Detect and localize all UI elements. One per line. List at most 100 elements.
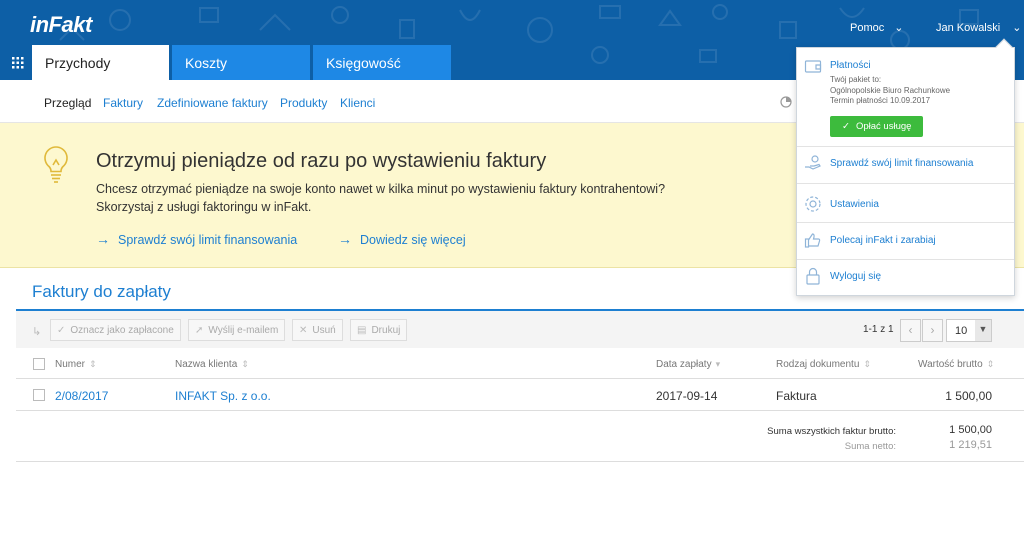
col-data-zaplaty-label: Data zapłaty [656, 359, 712, 370]
sort-icon: ⇕ [986, 359, 995, 369]
lock-icon [806, 267, 820, 285]
banner-description: Chcesz otrzymać pieniądze na swoje konto… [96, 180, 736, 216]
sum-net-label: Suma netto: [844, 441, 896, 452]
next-page-button[interactable]: › [922, 319, 943, 342]
pay-service-label: Opłać usługę [855, 121, 912, 132]
select-all-checkbox[interactable] [33, 358, 45, 370]
chevron-right-icon: › [930, 323, 935, 337]
delete-label: Usuń [312, 325, 336, 336]
check-icon: ✓ [842, 121, 850, 132]
banner-line-2: Skorzystaj z usługi faktoringu w inFakt. [96, 200, 312, 214]
col-nazwa-klienta[interactable]: Nazwa klienta ⇕ [175, 359, 249, 370]
user-menu[interactable]: Jan Kowalski ⌄ [936, 21, 1021, 34]
arrow-right-icon: → [96, 231, 110, 247]
sum-gross-value: 1 500,00 [949, 424, 992, 436]
check-limit-menu-link[interactable]: Sprawdź swój limit finansowania [830, 158, 973, 169]
sort-icon: ⇕ [241, 359, 249, 369]
dropdown-divider [797, 222, 1014, 223]
arrow-right-icon: → [338, 231, 352, 247]
section-title: Faktury do zapłaty [32, 282, 171, 301]
printer-icon: ▤ [357, 325, 367, 336]
gear-icon [805, 196, 821, 212]
banner-line-1: Chcesz otrzymać pieniądze na swoje konto… [96, 182, 666, 196]
settings-link[interactable]: Ustawienia [830, 199, 879, 210]
per-page-select[interactable]: 10 ▼ [946, 319, 992, 342]
col-wartosc-brutto[interactable]: Wartość brutto ⇕ [918, 359, 994, 370]
tab-ksiegowosc[interactable]: Księgowość [313, 45, 451, 80]
col-numer-label: Numer [55, 359, 86, 370]
document-type: Faktura [776, 389, 817, 403]
row-divider [16, 378, 1024, 379]
app-root: inFakt Pomoc ⌄ Jan Kowalski ⌄ Przychody Ko… [0, 0, 1024, 537]
row-divider [16, 410, 1024, 411]
check-icon: ✓ [57, 325, 66, 336]
payments-link[interactable]: Płatności [830, 60, 871, 71]
pay-service-button[interactable]: ✓ Opłać usługę [830, 116, 923, 137]
banner-title: Otrzymuj pieniądze od razu po wystawieni… [96, 150, 547, 172]
subnav-produkty[interactable]: Produkty [280, 96, 327, 110]
sort-icon: ⇕ [89, 359, 97, 369]
refer-link[interactable]: Polecaj inFakt i zarabiaj [830, 235, 936, 246]
col-numer[interactable]: Numer ⇕ [55, 359, 97, 370]
subnav-przeglad[interactable]: Przegląd [44, 96, 91, 110]
close-icon: ✕ [299, 325, 308, 336]
user-name: Jan Kowalski [936, 22, 1001, 34]
check-limit-label: Sprawdź swój limit finansowania [118, 233, 298, 247]
chevron-down-icon: ⌄ [1012, 22, 1022, 34]
send-email-button[interactable]: ➚ Wyślij e-mailem [188, 319, 286, 341]
dropdown-divider [797, 183, 1014, 184]
tab-koszty[interactable]: Koszty [172, 45, 310, 80]
col-wartosc-brutto-label: Wartość brutto [918, 359, 983, 370]
gross-value: 1 500,00 [945, 389, 992, 403]
per-page-value: 10 [955, 325, 968, 337]
col-nazwa-klienta-label: Nazwa klienta [175, 359, 238, 370]
payment-date: 2017-09-14 [656, 389, 718, 403]
chevron-left-icon: ‹ [908, 323, 913, 337]
chevron-down-icon: ⌄ [894, 22, 904, 34]
thumbs-up-icon [804, 233, 821, 248]
check-limit-link[interactable]: → Sprawdź swój limit finansowania [96, 231, 297, 247]
sum-net-value: 1 219,51 [949, 439, 992, 451]
sort-icon: ⇕ [863, 359, 871, 369]
lightbulb-icon [44, 146, 68, 183]
mark-paid-button[interactable]: ✓ Oznacz jako zapłacone [50, 319, 181, 341]
apps-grid-icon[interactable] [12, 57, 24, 69]
prev-page-button[interactable]: ‹ [900, 319, 921, 342]
col-rodzaj-dokumentu-label: Rodzaj dokumentu [776, 359, 860, 370]
print-button[interactable]: ▤ Drukuj [350, 319, 408, 341]
help-label: Pomoc [850, 22, 885, 34]
help-menu[interactable]: Pomoc ⌄ [850, 21, 903, 34]
row-divider [16, 461, 1024, 462]
learn-more-link[interactable]: → Dowiedz się więcej [338, 231, 466, 247]
mark-paid-label: Oznacz jako zapłacone [70, 325, 174, 336]
send-email-label: Wyślij e-mailem [208, 325, 279, 336]
logo[interactable]: inFakt [30, 12, 92, 38]
print-label: Drukuj [371, 325, 401, 336]
package-info: Twój pakiet to: Ogólnopolskie Biuro Rach… [830, 75, 950, 107]
sort-desc-icon: ▾ [715, 359, 721, 369]
col-rodzaj-dokumentu[interactable]: Rodzaj dokumentu ⇕ [776, 359, 871, 370]
wallet-icon [804, 60, 822, 73]
hand-money-icon [805, 155, 821, 170]
select-arrow-icon: ↳ [32, 326, 42, 338]
row-checkbox[interactable] [33, 389, 45, 401]
dropdown-divider [797, 259, 1014, 260]
subnav-faktury[interactable]: Faktury [103, 96, 143, 110]
pie-chart-icon[interactable] [780, 96, 792, 108]
package-label: Twój pakiet to: [830, 75, 882, 84]
delete-button[interactable]: ✕ Usuń [292, 319, 343, 341]
col-data-zaplaty[interactable]: Data zapłaty ▾ [656, 359, 720, 370]
sum-gross-label: Suma wszystkich faktur brutto: [767, 426, 896, 437]
package-name: Ogólnopolskie Biuro Rachunkowe [830, 85, 951, 95]
subnav-zdefiniowane-faktury[interactable]: Zdefiniowane faktury [157, 96, 268, 110]
invoice-number-link[interactable]: 2/08/2017 [55, 389, 108, 403]
logout-link[interactable]: Wyloguj się [830, 271, 881, 282]
dropdown-divider [797, 146, 1014, 147]
client-name-link[interactable]: INFAKT Sp. z o.o. [175, 389, 271, 403]
tab-przychody[interactable]: Przychody [32, 45, 169, 80]
subnav-klienci[interactable]: Klienci [340, 96, 375, 110]
payment-due: Termin płatności 10.09.2017 [830, 96, 931, 105]
learn-more-label: Dowiedz się więcej [360, 233, 466, 247]
chevron-down-icon: ▼ [975, 320, 991, 341]
send-icon: ➚ [195, 325, 204, 336]
